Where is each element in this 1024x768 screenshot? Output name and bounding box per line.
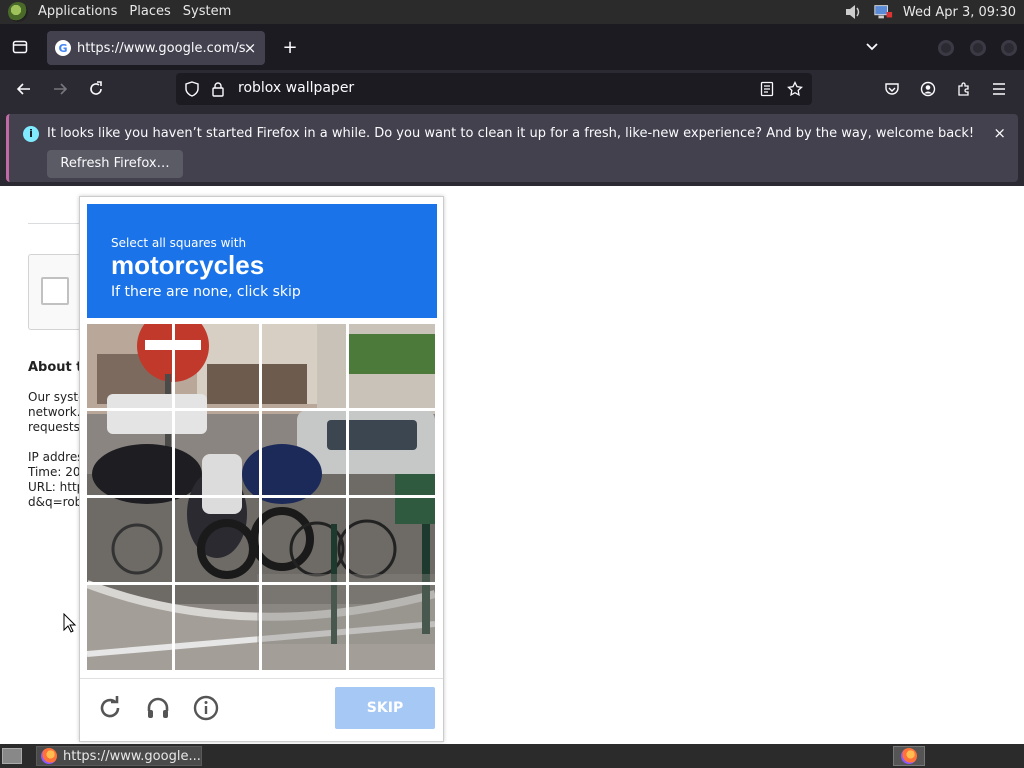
url-bar[interactable]: roblox wallpaper [176, 73, 812, 105]
firefox-icon [901, 748, 917, 764]
bottom-taskbar: https://www.google... [0, 744, 1024, 768]
forward-arrow-icon[interactable] [46, 75, 74, 103]
panel-tray: Wed Apr 3, 09:30 [843, 0, 1016, 24]
list-tabs-chevron-down-icon[interactable] [858, 33, 886, 61]
taskbar-window-firefox[interactable]: https://www.google... [36, 746, 202, 766]
top-panel: Applications Places System Wed Apr 3, 09… [0, 0, 1024, 24]
tab-close-icon[interactable]: × [241, 39, 259, 57]
captcha-tile-1-4[interactable] [349, 324, 434, 408]
skip-hint: If there are none, click skip [111, 284, 301, 300]
help-info-icon[interactable] [191, 693, 221, 723]
refresh-notification: i It looks like you haven’t started Fire… [6, 114, 1018, 182]
extensions-puzzle-icon[interactable] [950, 75, 978, 103]
skip-button[interactable]: SKIP [335, 687, 435, 729]
tab-active[interactable]: G https://www.google.com/sorry/index × [47, 31, 265, 65]
captcha-image-grid [87, 324, 435, 670]
captcha-tile-2-2[interactable] [175, 411, 260, 495]
applications-menu[interactable]: Applications [32, 0, 123, 24]
ip-address-line: IP address: [28, 450, 83, 464]
time-line: Time: 20 [28, 465, 81, 479]
new-tab-button[interactable]: + [276, 33, 304, 61]
captcha-tile-1-3[interactable] [262, 324, 347, 408]
captcha-tile-1-1[interactable] [87, 324, 172, 408]
captcha-tile-1-2[interactable] [175, 324, 260, 408]
refresh-firefox-button[interactable]: Refresh Firefox… [47, 150, 183, 178]
distro-logo-icon[interactable] [8, 2, 28, 22]
instruction-line: Select all squares with [111, 236, 247, 250]
back-arrow-icon[interactable] [10, 75, 38, 103]
close-window-button[interactable] [1001, 40, 1017, 56]
recaptcha-checkbox[interactable] [41, 277, 69, 305]
paragraph-line: requests, and not a robot. [28, 420, 83, 434]
clock[interactable]: Wed Apr 3, 09:30 [903, 5, 1016, 20]
captcha-tile-3-4[interactable] [349, 498, 434, 582]
maximize-button[interactable] [970, 40, 986, 56]
google-favicon-icon: G [55, 40, 71, 56]
captcha-tile-4-4[interactable] [349, 585, 434, 669]
about-heading: About this page [28, 360, 83, 375]
mouse-cursor-icon [63, 612, 77, 637]
volume-icon[interactable] [843, 3, 863, 21]
bookmark-star-icon[interactable] [785, 79, 805, 99]
show-desktop-icon[interactable] [2, 748, 22, 764]
captcha-tile-3-2[interactable] [175, 498, 260, 582]
target-object: motorcycles [111, 250, 265, 280]
firefox-view-icon[interactable] [6, 33, 34, 61]
reader-view-icon[interactable] [757, 79, 777, 99]
captcha-tile-2-4[interactable] [349, 411, 434, 495]
firefox-icon [41, 748, 57, 764]
lock-icon[interactable] [208, 79, 228, 99]
captcha-tile-2-3[interactable] [262, 411, 347, 495]
url-text[interactable]: roblox wallpaper [238, 80, 354, 96]
notification-close-icon[interactable]: × [993, 124, 1006, 142]
navigation-toolbar: roblox wallpaper [0, 70, 1024, 108]
places-menu[interactable]: Places [123, 0, 176, 24]
taskbar-window-title: https://www.google... [63, 748, 201, 764]
account-icon[interactable] [914, 75, 942, 103]
captcha-tile-4-2[interactable] [175, 585, 260, 669]
captcha-tile-3-3[interactable] [262, 498, 347, 582]
system-menu[interactable]: System [177, 0, 237, 24]
reload-challenge-icon[interactable] [95, 693, 125, 723]
footer-divider [80, 678, 443, 679]
captcha-tile-4-1[interactable] [87, 585, 172, 669]
hamburger-menu-icon[interactable] [985, 75, 1013, 103]
network-icon[interactable] [873, 3, 893, 21]
paragraph-line: network. This page checks to see if it's… [28, 405, 83, 419]
minimize-button[interactable] [938, 40, 954, 56]
panel-menus: Applications Places System [32, 0, 237, 24]
url-line: URL: http [28, 480, 83, 494]
captcha-tile-3-1[interactable] [87, 498, 172, 582]
notification-message: It looks like you haven’t started Firefo… [47, 126, 975, 141]
tab-strip: G https://www.google.com/sorry/index × + [0, 24, 1024, 70]
notification-bar-container: i It looks like you haven’t started Fire… [0, 108, 1024, 186]
captcha-challenge-dialog: Select all squares with motorcycles If t… [79, 196, 444, 742]
pocket-icon[interactable] [878, 75, 906, 103]
captcha-instructions: Select all squares with motorcycles If t… [87, 204, 437, 318]
paragraph-line: Our systems have detected unusual traffi… [28, 390, 83, 404]
info-icon: i [23, 126, 39, 142]
tracking-protection-shield-icon[interactable] [182, 79, 202, 99]
workspace-switcher[interactable] [893, 746, 925, 766]
tab-title: https://www.google.com/sorry/index [77, 40, 245, 56]
reload-icon[interactable] [82, 75, 110, 103]
captcha-tile-4-3[interactable] [262, 585, 347, 669]
captcha-tile-2-1[interactable] [87, 411, 172, 495]
url-continuation-line: d&q=robl [28, 495, 83, 509]
audio-challenge-headphones-icon[interactable] [143, 693, 173, 723]
